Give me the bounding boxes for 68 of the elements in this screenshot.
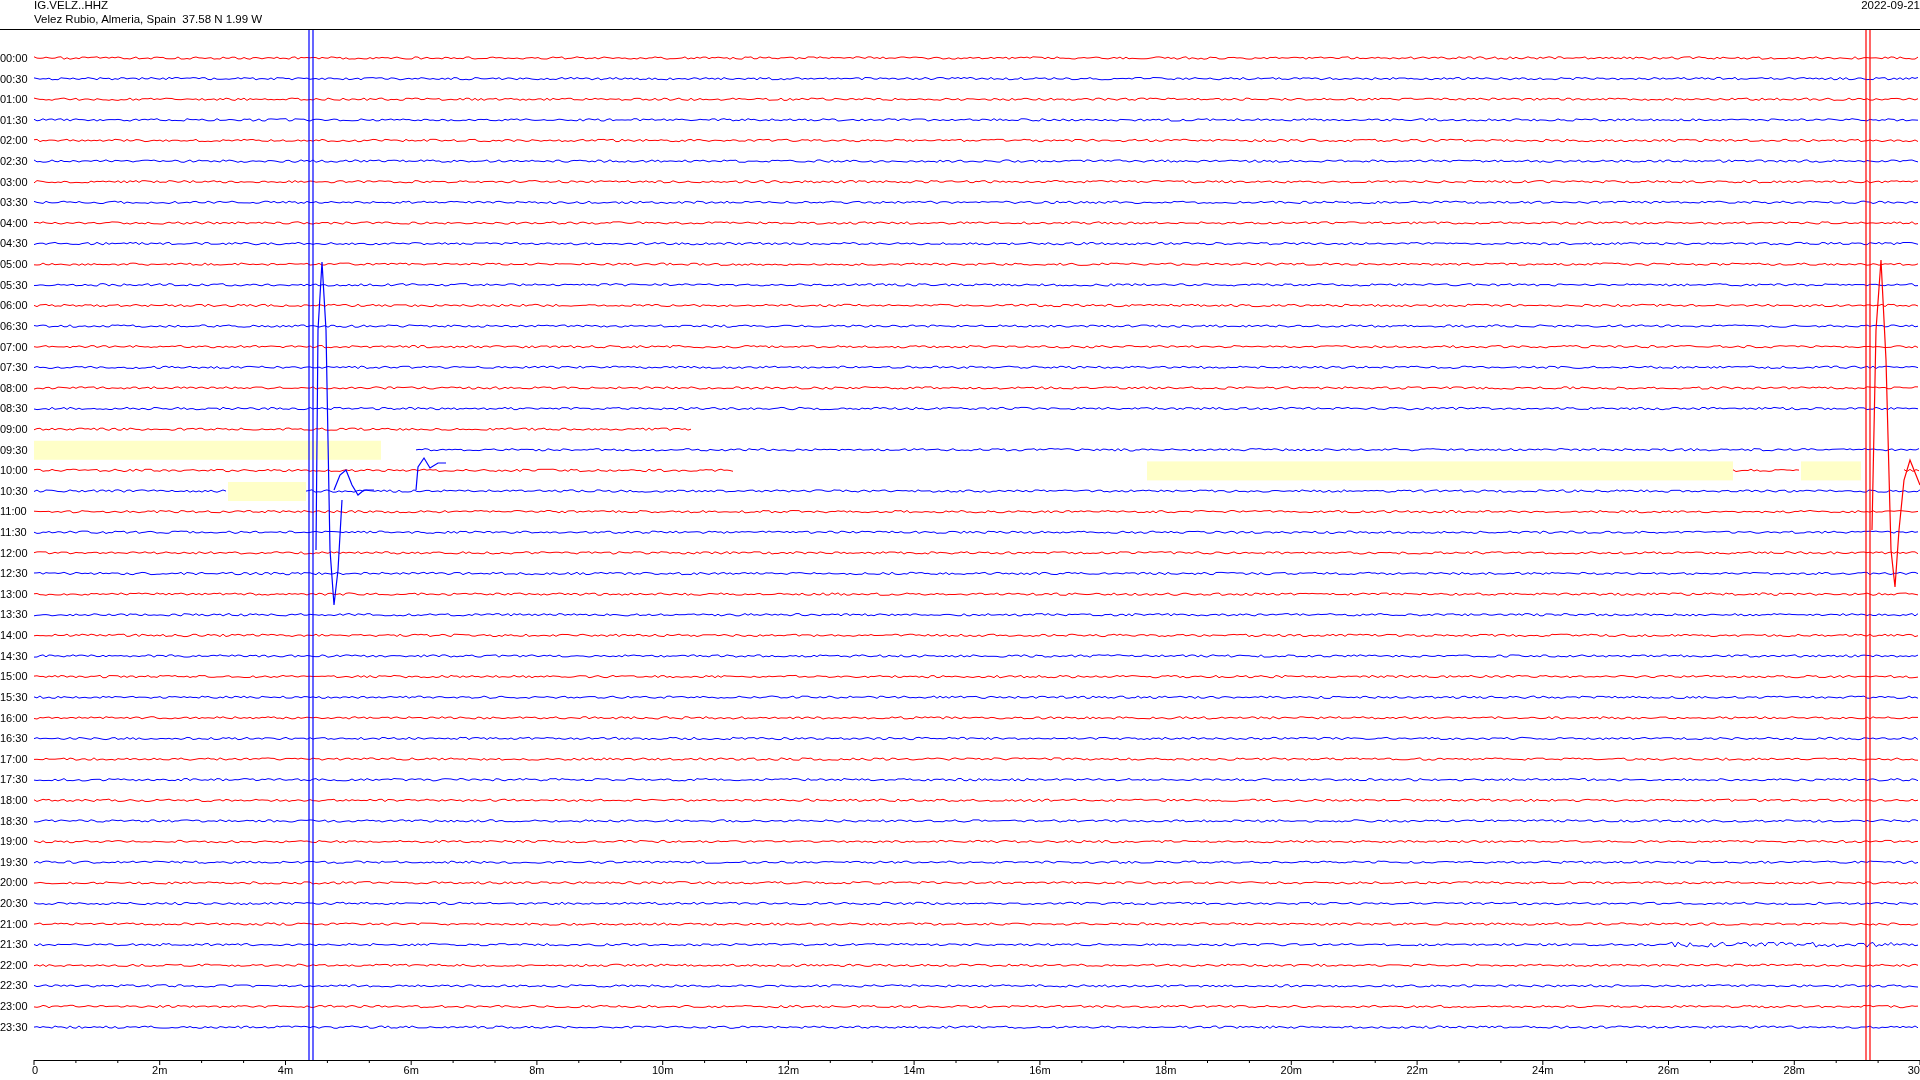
time-label: 08:30 <box>0 401 29 417</box>
time-label: 13:00 <box>0 586 29 602</box>
time-label: 01:00 <box>0 92 29 108</box>
time-label: 09:30 <box>0 442 29 458</box>
time-label: 11:30 <box>0 525 28 540</box>
time-label: 12:00 <box>0 545 29 561</box>
time-label: 21:00 <box>0 916 29 932</box>
time-label: 19:00 <box>0 834 29 850</box>
time-label: 03:30 <box>0 195 29 211</box>
time-label: 10:30 <box>0 483 29 499</box>
time-label: 05:00 <box>0 257 29 273</box>
gap-marker <box>1801 461 1861 481</box>
date-label: 2022-09-21 <box>1861 0 1920 13</box>
time-label: 15:00 <box>0 669 29 685</box>
axis-label: 2m <box>152 1064 168 1076</box>
time-label: 16:30 <box>0 731 29 747</box>
axis-label: 6m <box>403 1064 419 1076</box>
time-label: 18:00 <box>0 792 29 808</box>
time-label: 04:00 <box>0 215 29 231</box>
axis-label: 0 <box>32 1064 39 1076</box>
time-label: 22:00 <box>0 957 29 973</box>
time-label: 03:00 <box>0 174 29 190</box>
time-label: 15:30 <box>0 689 29 705</box>
time-label: 12:30 <box>0 566 29 582</box>
station-location: Velez Rubio, Almeria, Spain 37.58 N 1.99 W <box>34 12 263 26</box>
time-label: 23:00 <box>0 999 29 1015</box>
time-label: 05:30 <box>0 277 29 293</box>
time-label: 11:00 <box>0 504 28 520</box>
time-label: 02:30 <box>0 154 29 170</box>
axis-label: 8m <box>529 1064 545 1076</box>
axis-label: 24m <box>1532 1064 1554 1076</box>
time-label: 00:00 <box>0 51 29 66</box>
time-label: 14:30 <box>0 648 29 664</box>
time-label: 20:30 <box>0 896 29 911</box>
time-label: 19:30 <box>0 854 29 870</box>
axis-label: 22m <box>1406 1064 1428 1076</box>
time-label: 10:00 <box>0 463 29 479</box>
time-label: 13:30 <box>0 607 29 623</box>
time-label: 07:00 <box>0 339 29 355</box>
axis-label: 10m <box>652 1064 674 1076</box>
axis-label: 18m <box>1154 1064 1177 1076</box>
axis-label: 30 <box>1907 1064 1920 1076</box>
time-label: 18:30 <box>0 813 29 829</box>
time-label: 17:30 <box>0 772 29 788</box>
axis-label: 26m <box>1657 1064 1680 1076</box>
time-label: 21:30 <box>0 937 29 953</box>
axis-label: 4m <box>277 1064 294 1076</box>
time-label: 07:30 <box>0 360 29 376</box>
time-label: 17:00 <box>0 751 29 767</box>
station-code: IG.VELZ..HHZ <box>34 0 110 12</box>
time-label: 09:00 <box>0 421 29 437</box>
time-label: 22:30 <box>0 978 29 994</box>
axis-label: 20m <box>1280 1064 1302 1076</box>
time-label: 02:00 <box>0 133 29 149</box>
axis-label: 12m <box>777 1064 800 1076</box>
time-label: 00:30 <box>0 71 29 87</box>
time-label: 01:30 <box>0 112 29 128</box>
time-label: 23:30 <box>0 1019 29 1035</box>
time-label: 04:30 <box>0 236 29 252</box>
time-label: 06:00 <box>0 298 29 314</box>
axis-label: 16m <box>1029 1064 1051 1076</box>
axis-label: 14m <box>903 1064 925 1076</box>
time-label: 14:00 <box>0 628 29 644</box>
axis-label: 28m <box>1783 1064 1805 1076</box>
time-label: 16:00 <box>0 710 29 726</box>
time-label: 20:00 <box>0 875 29 891</box>
time-label: 08:00 <box>0 380 29 396</box>
time-label: 06:30 <box>0 318 29 334</box>
